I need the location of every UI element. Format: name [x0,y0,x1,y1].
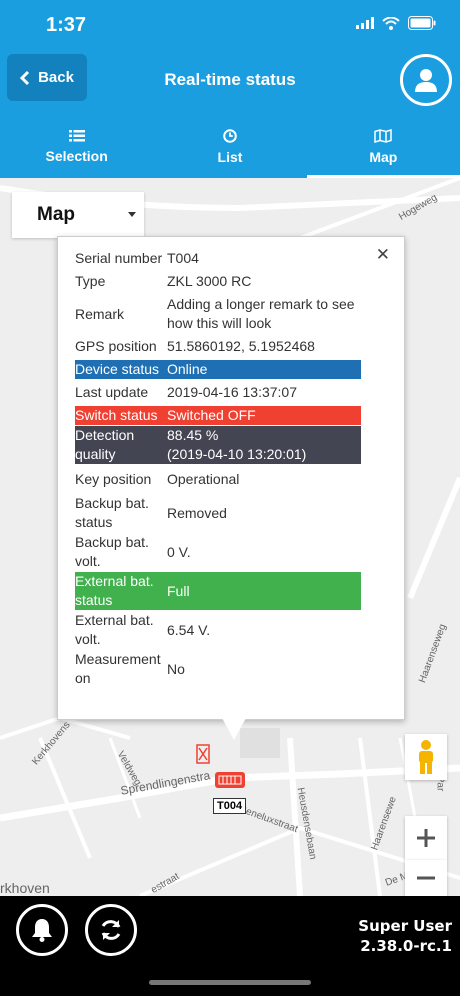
detection-date: (2019-04-10 13:20:01) [167,446,307,462]
map-type-value: Map [37,204,75,225]
status-badge: Full [167,572,361,610]
tab-selection-label: Selection [45,148,108,164]
detail-value: 6.54 V. [167,621,211,638]
detail-key: Device status [75,360,167,379]
detail-value: 2019-04-16 13:37:07 [167,384,297,400]
device-marker-label: T004 [213,798,247,814]
detail-value: ZKL 3000 RC [167,273,252,289]
pegman-icon [419,740,433,774]
detail-key: Last update [75,384,149,400]
tab-bar: Selection List Map [0,116,460,178]
detail-key: Key position [75,470,152,487]
detail-key: Remark [75,305,125,322]
row-serial-number: Serial number T004 [75,249,361,268]
detail-value: 0 V. [167,543,191,560]
battery-icon [408,16,436,30]
device-info-popup: ✕ Serial number T004 Type ZKL 3000 RC Re… [57,236,405,720]
row-measurement-on: Measurement on No [75,650,361,688]
detail-key: External bat. status [75,572,167,610]
detail-key: Backup bat. volt. [75,534,149,569]
detail-key: Measurement on [75,651,161,686]
plus-icon [417,829,435,847]
row-switch-status: Switch status Switched OFF [75,406,361,425]
detail-key: External bat. volt. [75,612,154,647]
tab-map[interactable]: Map [306,116,460,178]
status-badge: Online [167,360,361,379]
row-backup-bat-volt: Backup bat. volt. 0 V. [75,533,361,571]
street-label: rkhoven [0,880,50,896]
user-profile-button[interactable] [400,54,452,106]
wifi-icon [382,16,400,30]
row-key-position: Key position Operational [75,465,361,493]
tab-map-label: Map [369,149,398,165]
home-indicator [149,980,311,985]
map-icon [374,129,393,143]
row-external-bat-volt: External bat. volt. 6.54 V. [75,611,361,649]
detail-key: Detection quality [75,426,167,464]
status-time: 1:37 [46,14,87,36]
app-version: 2.38.0-rc.1 [360,937,452,955]
row-backup-bat-status: Backup bat. status Removed [75,494,361,532]
detail-value: Removed [167,504,227,521]
popup-pointer [222,718,246,740]
zoom-in-button[interactable] [405,816,447,860]
status-bar: 1:37 [0,0,460,48]
close-icon[interactable]: ✕ [376,245,390,265]
row-detection-quality: Detection quality 88.45 % (2019-04-10 13… [75,426,361,464]
user-icon [415,69,437,92]
detail-key: Backup bat. status [75,495,149,530]
signal-icon [356,17,374,29]
user-name: Super User [358,917,452,935]
row-last-update: Last update 2019-04-16 13:37:07 [75,380,361,405]
notifications-button[interactable] [16,904,68,956]
row-external-bat-status: External bat. status Full [75,572,361,610]
device-marker-icon[interactable] [215,772,245,788]
detail-value: 88.45 % (2019-04-10 13:20:01) [167,426,361,464]
list-icon [68,130,85,142]
status-badge: Switched OFF [167,406,361,425]
refresh-button[interactable] [85,904,137,956]
page-title: Real-time status [164,70,296,89]
minus-icon [417,876,435,880]
detail-value: No [167,660,185,677]
warning-marker-icon[interactable] [196,744,210,764]
detail-key: GPS position [75,338,157,354]
bell-icon [32,919,52,942]
tab-list[interactable]: List [153,116,306,178]
detail-value: 51.5860192, 5.1952468 [167,338,315,354]
user-info: Super User 2.38.0-rc.1 [358,916,452,956]
tab-selection[interactable]: Selection [0,116,153,178]
detail-value: T004 [167,250,199,266]
detail-key: Type [75,273,106,289]
detail-value: Adding a longer remark to see how this w… [167,296,355,331]
street-view-pegman-button[interactable] [405,734,447,780]
tab-list-label: List [217,149,243,165]
row-device-status: Device status Online [75,360,361,379]
chevron-down-icon [128,212,136,217]
device-details-table: Serial number T004 Type ZKL 3000 RC Rema… [75,248,361,689]
app-header: Back Real-time status Selection List Map [0,48,460,178]
map-type-select[interactable]: Map [12,192,144,238]
detail-key: Serial number [75,250,163,266]
row-gps-position: GPS position 51.5860192, 5.1952468 [75,334,361,359]
detection-percent: 88.45 % [167,427,219,443]
row-type: Type ZKL 3000 RC [75,269,361,294]
refresh-icon [101,920,121,940]
clock-icon [223,129,237,143]
zoom-out-button[interactable] [405,860,447,896]
detail-key: Switch status [75,406,167,425]
system-icons [356,16,436,30]
row-remark: Remark Adding a longer remark to see how… [75,295,361,333]
detail-value: Operational [167,470,240,487]
